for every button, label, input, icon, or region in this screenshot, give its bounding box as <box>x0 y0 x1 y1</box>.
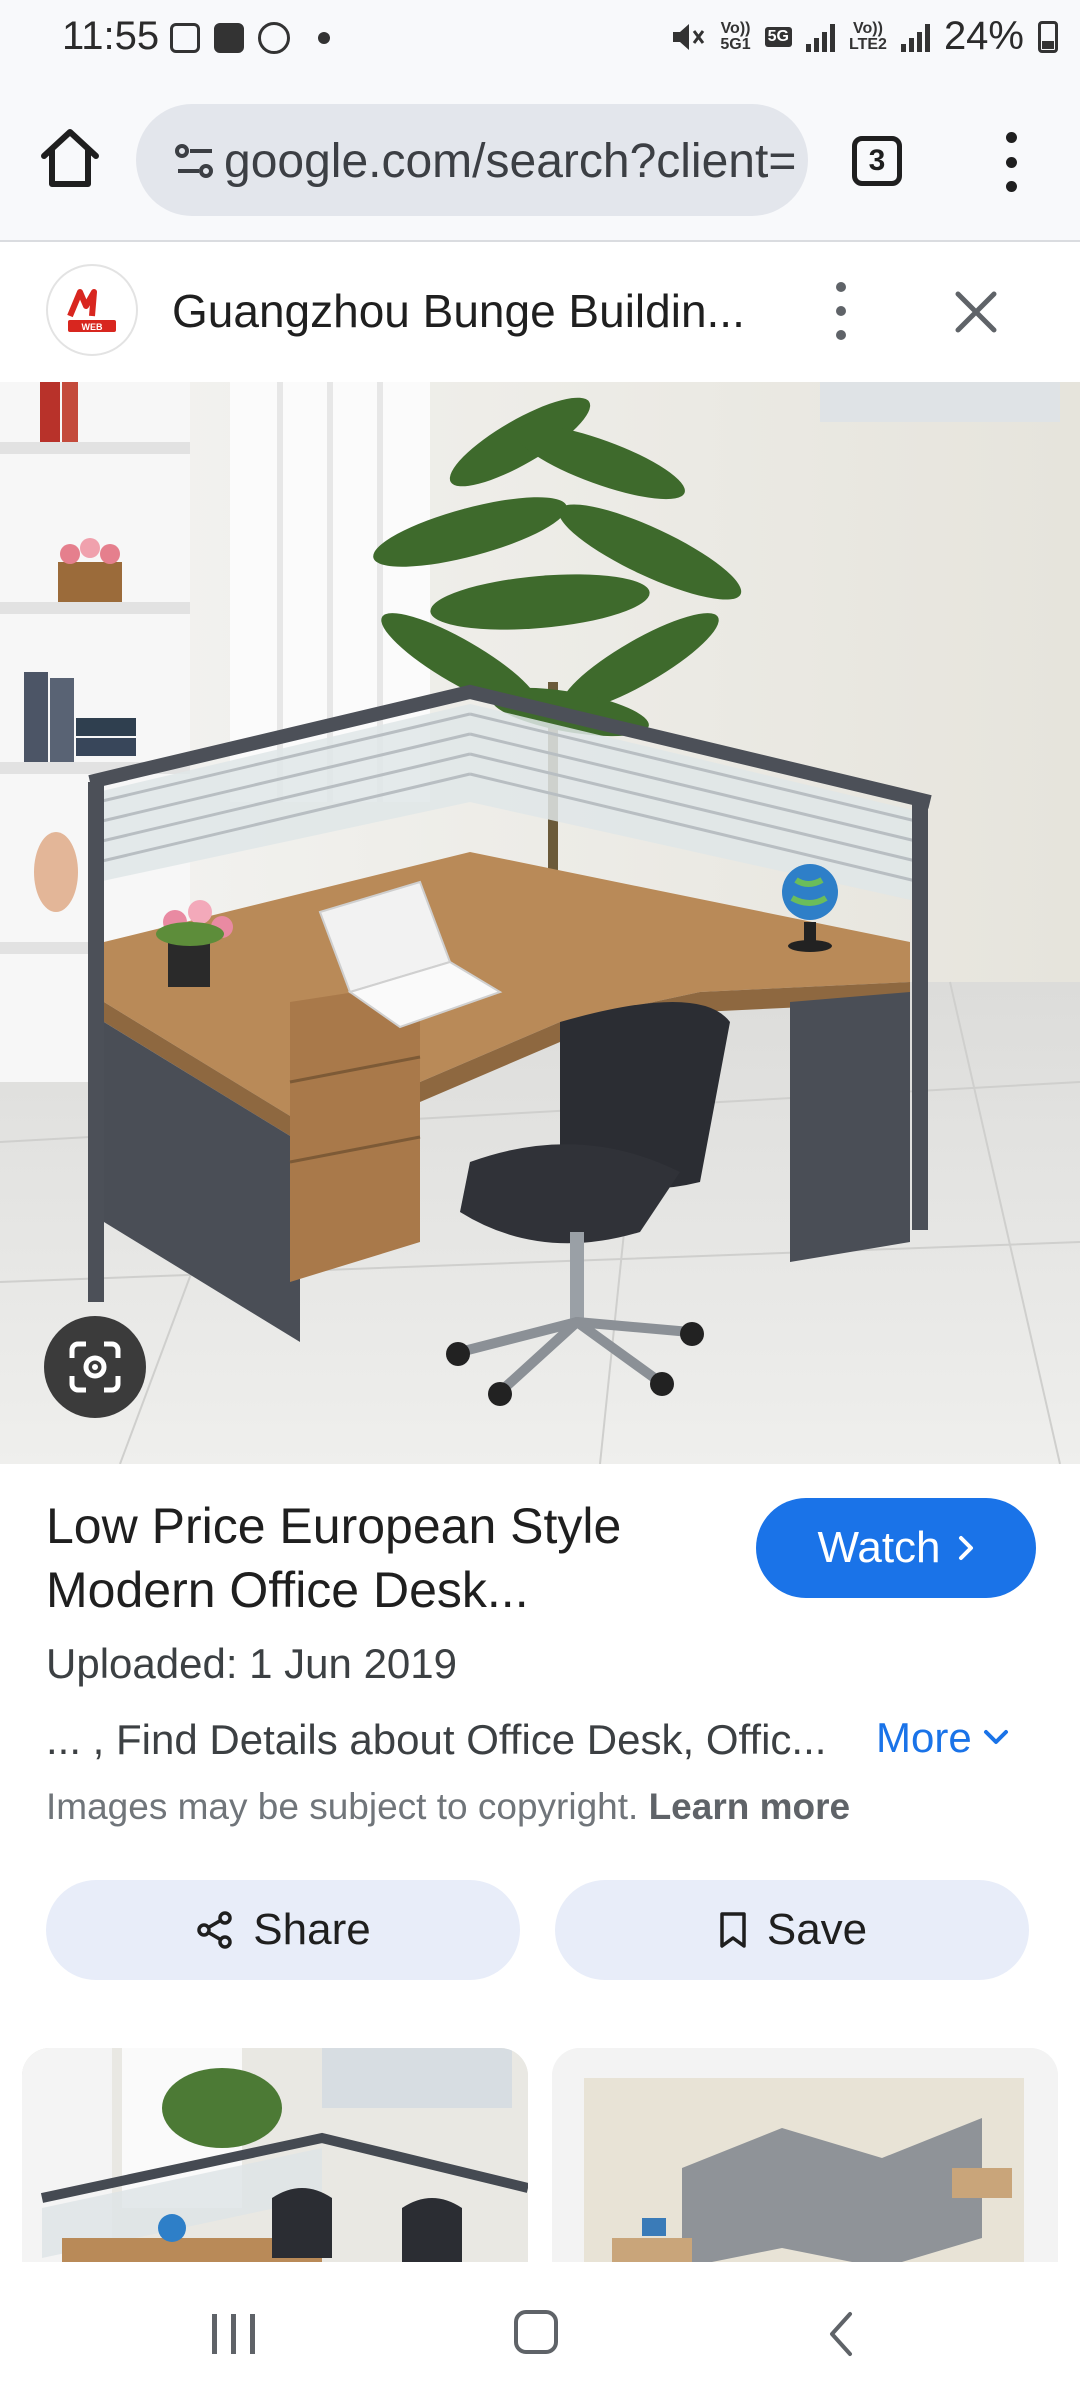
lens-icon <box>69 1341 121 1393</box>
copyright-text: Images may be subject to copyright. <box>46 1786 639 1827</box>
share-label: Share <box>253 1905 371 1954</box>
source-logo[interactable]: WEB <box>46 264 138 356</box>
recent-apps-button[interactable] <box>212 2314 255 2354</box>
bookmark-icon <box>720 1912 746 1948</box>
share-icon <box>197 1911 233 1949</box>
sim1-network-label: Vo)) 5G1 <box>720 19 751 53</box>
mute-icon <box>673 23 705 50</box>
more-options-button[interactable] <box>826 282 856 340</box>
more-notifications-icon <box>318 32 330 44</box>
home-icon[interactable] <box>36 124 104 192</box>
whatsapp-icon <box>258 22 290 54</box>
result-title[interactable]: Low Price European Style Modern Office D… <box>46 1494 686 1622</box>
chevron-right-icon <box>958 1536 973 1560</box>
gallery-icon <box>214 23 244 53</box>
source-title[interactable]: Guangzhou Bunge Buildin... <box>172 284 745 338</box>
result-image[interactable] <box>0 382 1080 1464</box>
signal-2-icon <box>900 22 930 52</box>
tab-switcher-button[interactable]: 3 <box>852 136 902 186</box>
share-button[interactable]: Share <box>46 1880 520 1980</box>
close-icon[interactable] <box>950 286 1002 338</box>
source-header: WEB Guangzhou Bunge Buildin... <box>0 242 1080 382</box>
5g-label: 5G <box>764 26 792 47</box>
site-settings-icon[interactable] <box>174 140 216 182</box>
related-office-image-2 <box>552 2048 1058 2268</box>
more-label: More <box>876 1714 972 1761</box>
related-image-2[interactable] <box>552 2048 1058 2268</box>
upload-date: Uploaded: 1 Jun 2019 <box>46 1640 457 1687</box>
google-lens-button[interactable] <box>44 1316 146 1418</box>
signal-1-icon <box>806 22 835 52</box>
office-desk-image <box>0 382 1080 1464</box>
result-title-line1[interactable]: Low Price European Style <box>46 1494 686 1558</box>
save-button[interactable]: Save <box>555 1880 1029 1980</box>
browser-menu-button[interactable] <box>996 132 1026 192</box>
messages-app-icon <box>170 23 200 53</box>
watch-button[interactable]: Watch <box>756 1498 1036 1598</box>
back-icon[interactable] <box>826 2310 856 2358</box>
save-label: Save <box>766 1905 868 1954</box>
home-button[interactable] <box>514 2310 558 2354</box>
battery-icon <box>1038 20 1058 53</box>
clock: 11:55 <box>62 14 160 58</box>
url-text[interactable]: google.com/search?client= <box>224 134 796 189</box>
result-title-line2[interactable]: Modern Office Desk... <box>46 1558 686 1622</box>
svg-text:WEB: WEB <box>82 322 103 332</box>
related-office-image-1 <box>22 2048 528 2268</box>
notification-icons <box>170 22 330 54</box>
copyright-notice: Images may be subject to copyright. Lear… <box>46 1786 850 1828</box>
system-icons: Vo)) 5G1 5G Vo)) LTE2 24% <box>670 14 1058 59</box>
status-bar: 11:55 Vo)) 5G1 5G Vo)) LTE2 24% <box>0 0 1080 80</box>
related-image-1[interactable] <box>22 2048 528 2268</box>
watch-label: Watch <box>817 1523 941 1572</box>
more-button[interactable]: More <box>876 1714 1010 1762</box>
made-in-china-logo-icon: WEB <box>67 289 116 332</box>
system-navigation-bar <box>0 2262 1080 2400</box>
learn-more-link[interactable]: Learn more <box>649 1786 851 1827</box>
chevron-down-icon <box>983 1730 1008 1744</box>
sim2-network-label: Vo)) LTE2 <box>849 19 887 53</box>
battery-percent: 24% <box>943 14 1024 58</box>
address-bar[interactable]: google.com/search?client= <box>136 104 808 216</box>
browser-toolbar: google.com/search?client= 3 <box>0 80 1080 242</box>
result-snippet: ... , Find Details about Office Desk, Of… <box>46 1716 827 1763</box>
